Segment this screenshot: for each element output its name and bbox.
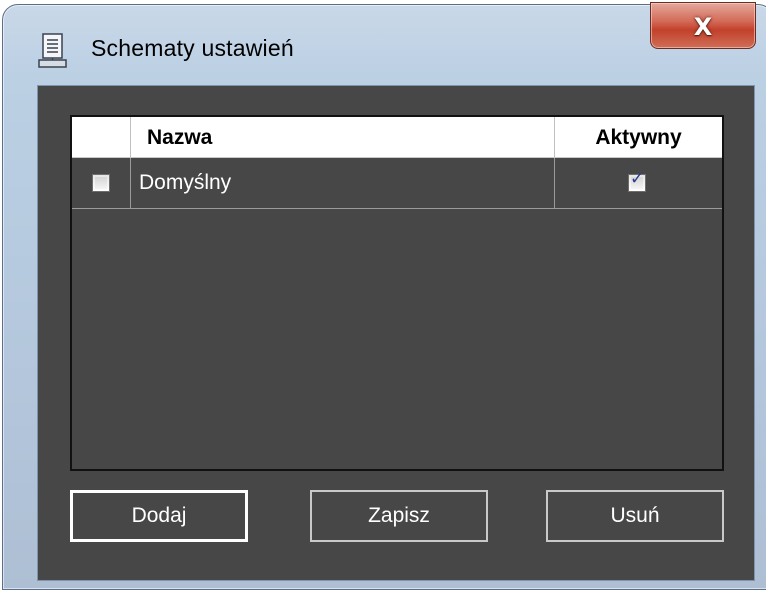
row-name-cell[interactable]: Domyślny [131,158,555,208]
client-area: Nazwa Aktywny Domyślny ✓ Dodaj Zapisz Us… [37,85,755,581]
window-title: Schematy ustawień [91,35,294,61]
grid-header: Nazwa Aktywny [72,117,722,158]
document-computer-icon [38,32,68,70]
column-header-select[interactable] [72,117,131,157]
dialog-window: Schematy ustawień X Nazwa Aktywny Domyśl… [2,2,766,590]
active-checkbox[interactable]: ✓ [628,169,646,192]
checkmark-icon: ✓ [630,169,645,189]
row-select-cell [72,158,131,208]
column-header-name[interactable]: Nazwa [131,117,555,157]
row-active-cell: ✓ [555,158,722,208]
save-button[interactable]: Zapisz [310,490,488,542]
delete-button[interactable]: Usuń [546,490,724,542]
add-button[interactable]: Dodaj [70,490,248,542]
schemes-grid[interactable]: Nazwa Aktywny Domyślny ✓ [70,115,724,471]
row-select-checkbox[interactable] [92,174,110,192]
column-header-active[interactable]: Aktywny [555,117,722,157]
title-bar[interactable]: Schematy ustawień X [3,2,766,85]
close-icon: X [693,12,713,41]
close-button[interactable]: X [650,2,756,49]
table-row[interactable]: Domyślny ✓ [72,158,722,209]
